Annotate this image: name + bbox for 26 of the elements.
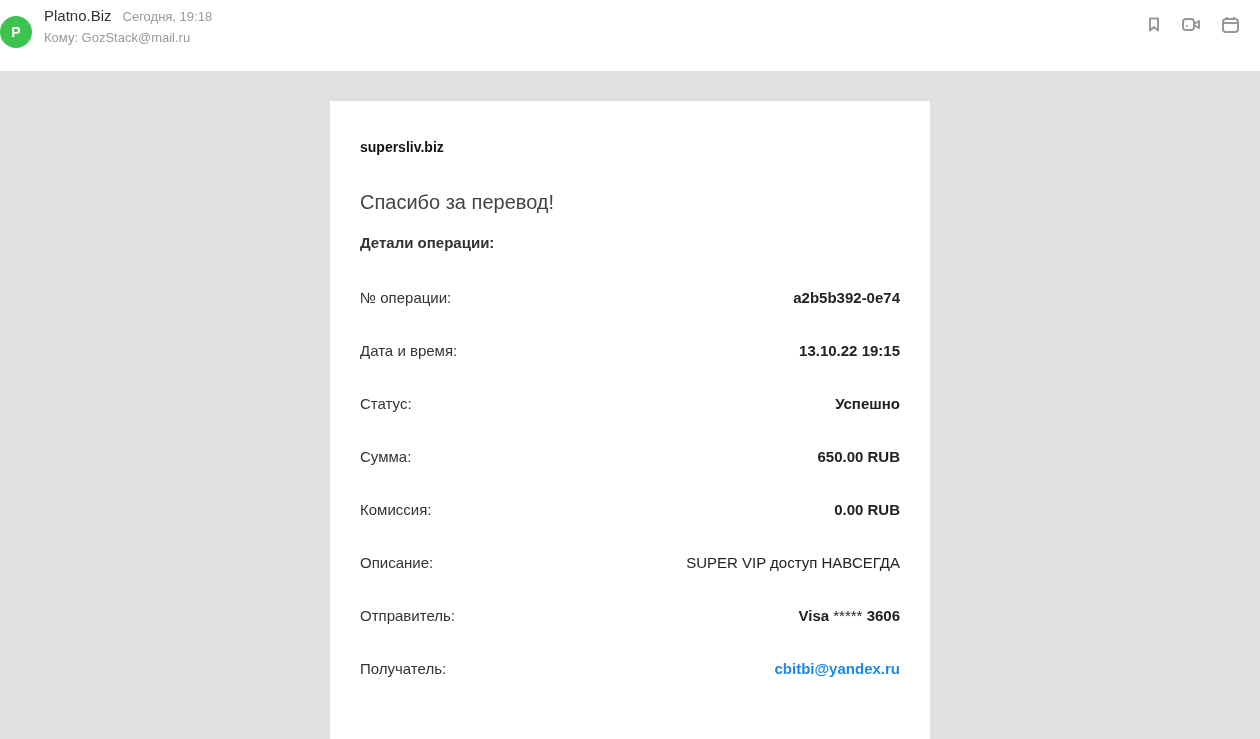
site-name: supersliv.biz xyxy=(360,139,444,155)
detail-label: Получатель: xyxy=(360,660,447,677)
detail-value: Успешно xyxy=(835,395,900,412)
detail-value: 13.10.22 19:15 xyxy=(799,342,900,359)
detail-value: a2b5b392-0e74 xyxy=(793,289,900,306)
calendar-icon[interactable] xyxy=(1222,16,1239,33)
bookmark-icon[interactable] xyxy=(1148,17,1160,32)
detail-value: 0.00 RUB xyxy=(834,501,900,518)
video-camera-icon[interactable] xyxy=(1182,17,1200,32)
letter-heading: Спасибо за перевод! xyxy=(360,191,555,214)
detail-label: Отправитель: xyxy=(360,607,455,624)
detail-label: № операции: xyxy=(360,289,452,306)
section-heading: Детали операции: xyxy=(360,234,495,251)
sender-avatar: P xyxy=(0,16,32,48)
recipient-address: Кому: GozStack@mail.ru xyxy=(44,30,192,45)
detail-value: Visa ***** 3606 xyxy=(798,607,900,624)
detail-label: Описание: xyxy=(360,554,434,571)
message-date: Сегодня, 19:18 xyxy=(122,9,213,24)
detail-value: 650.00 RUB xyxy=(817,448,900,465)
detail-label: Статус: xyxy=(360,395,412,412)
email-link[interactable]: cbitbi@yandex.ru xyxy=(774,660,900,677)
detail-label: Сумма: xyxy=(360,448,412,465)
detail-label: Дата и время: xyxy=(360,342,458,359)
sender-name: Platno.Biz xyxy=(44,7,112,24)
detail-label: Комиссия: xyxy=(360,501,432,518)
detail-value: SUPER VIP доступ НАВСЕГДА xyxy=(686,554,900,571)
